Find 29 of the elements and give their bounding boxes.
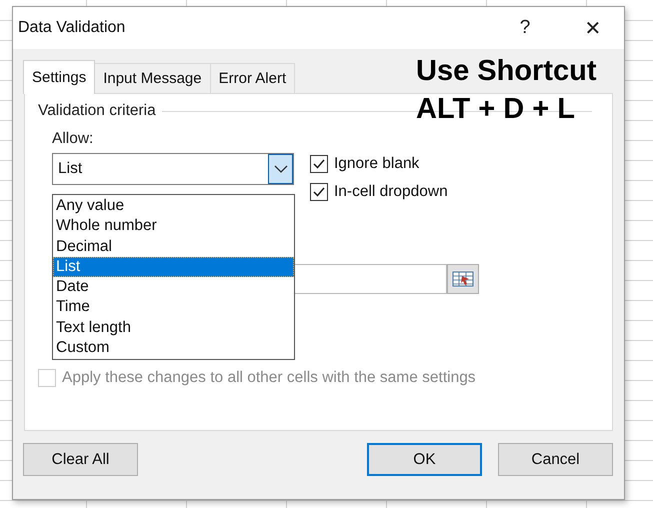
dialog-button[interactable]: Cancel [498,443,613,476]
dropdown-option[interactable]: Custom [53,338,294,358]
dropdown-option[interactable]: Decimal [53,236,294,257]
dropdown-option[interactable]: Any value [53,196,294,216]
range-picker-button[interactable] [447,264,479,294]
dialog-button[interactable]: OK [367,443,482,476]
dropdown-option[interactable]: Whole number [53,216,294,237]
checkbox[interactable] [310,183,328,201]
close-button[interactable]: ✕ [570,8,616,48]
tab[interactable]: Error Alert [210,63,296,93]
range-picker-icon [452,271,474,287]
dropdown-option[interactable]: Text length [53,318,294,338]
checkbox[interactable] [310,155,328,173]
help-button[interactable]: ? [502,8,548,48]
shortcut-caption: ALT + D + L [416,92,576,127]
checkbox-label: In-cell dropdown [334,183,448,201]
dropdown-option[interactable]: Time [53,297,294,318]
field-label: Allow: [52,130,94,148]
tab[interactable]: Settings [23,60,96,94]
dropdown-option[interactable]: List [53,256,294,278]
allow-dropdown[interactable]: List [52,153,294,185]
window-title: Data Validation [18,19,126,37]
shortcut-caption: Use Shortcut [416,54,596,89]
checkbox-label: Apply these changes to all other cells with the same settings [62,369,476,387]
dialog-button[interactable]: Clear All [23,443,138,476]
section-heading: Validation criteria [38,102,156,120]
checkbox-label: Ignore blank [334,155,420,173]
caret-icon[interactable] [268,154,293,184]
dropdown-option[interactable]: Date [53,277,294,298]
